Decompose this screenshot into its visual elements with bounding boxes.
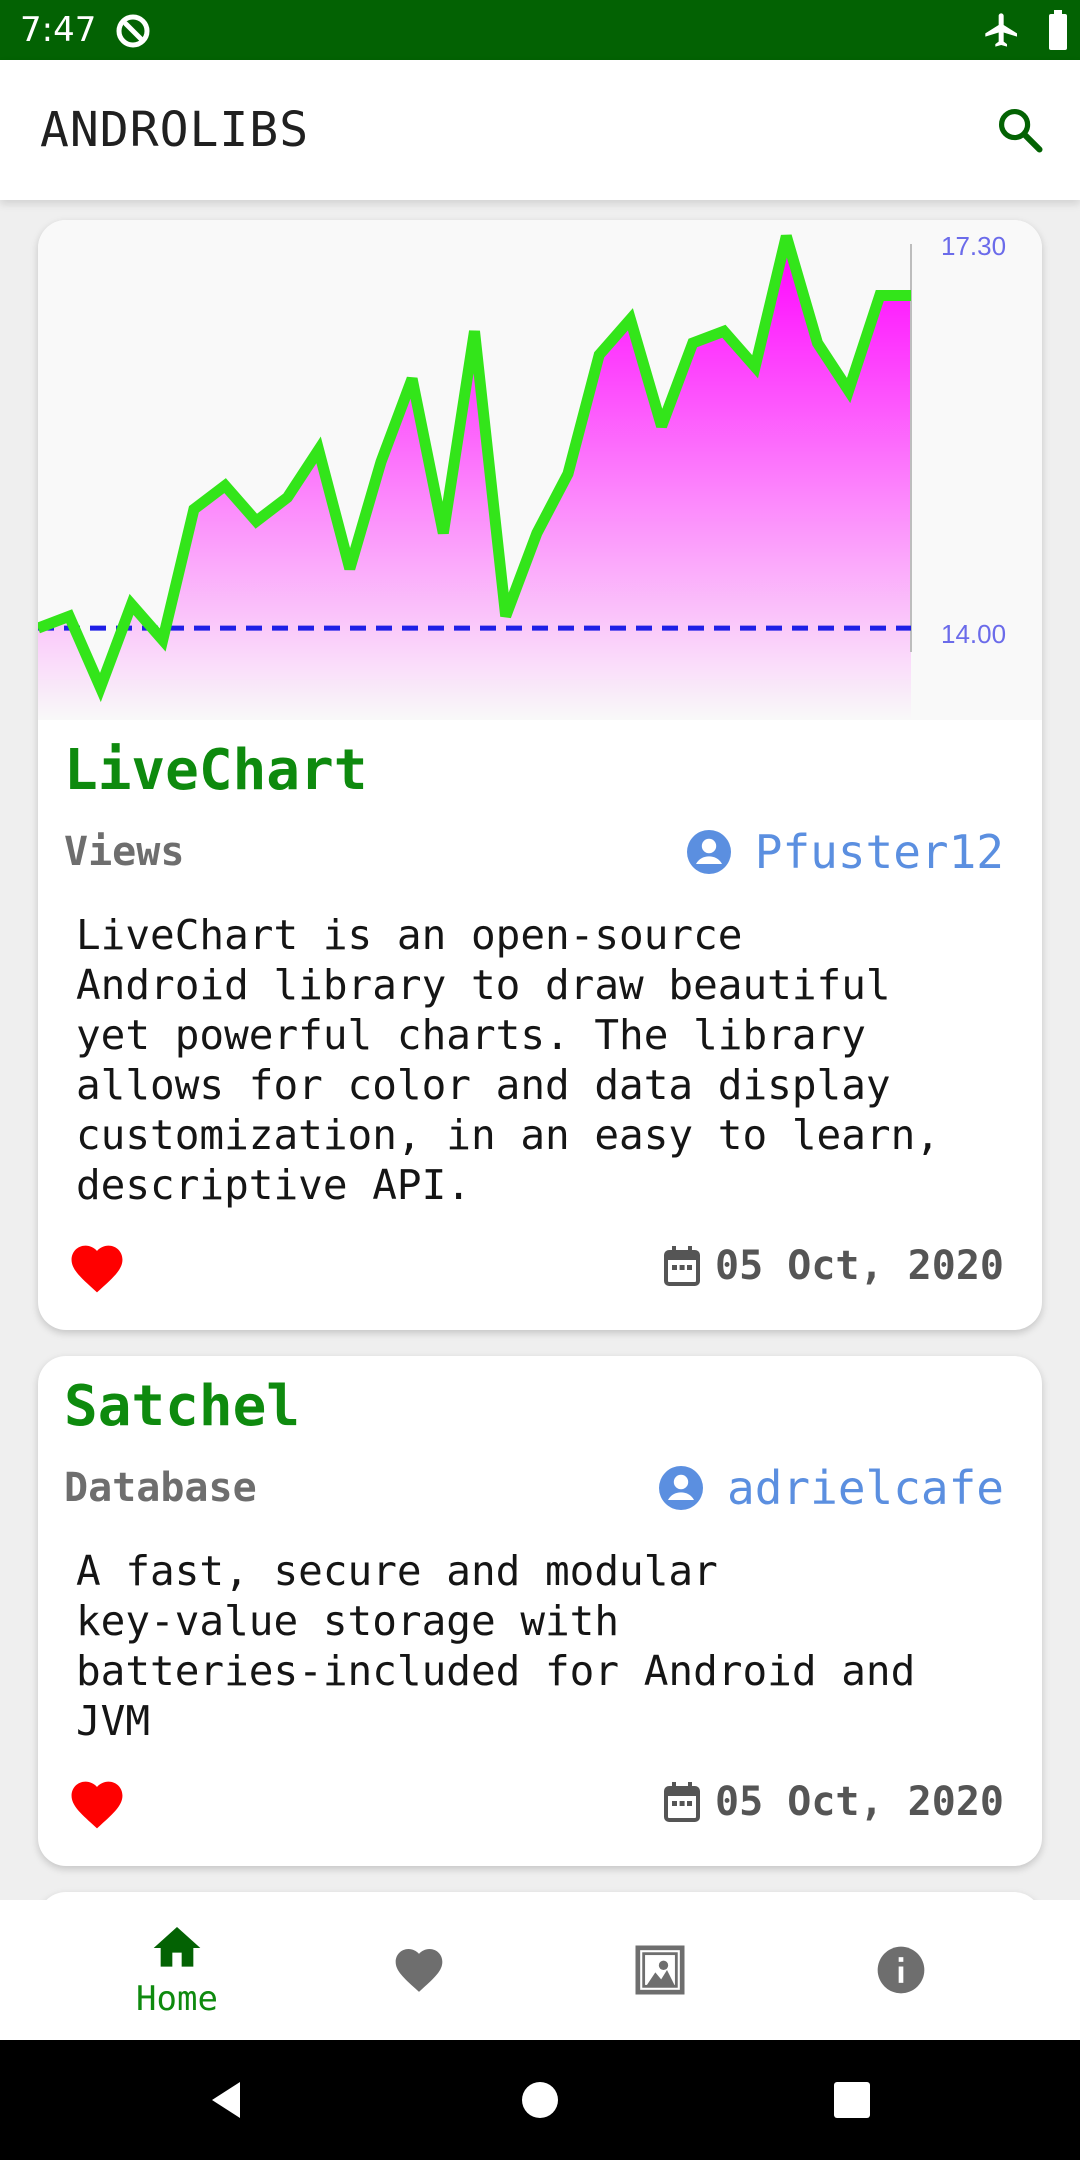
system-navigation-bar [0,2040,1080,2160]
chart-y-label-bottom: 14.00 [941,619,1006,649]
author-link[interactable]: adrielcafe [657,1458,1004,1518]
home-icon [153,1927,201,1967]
battery-icon [1049,10,1067,50]
library-card-livechart[interactable]: 17.30 14.00 LiveChart Views Pfuster12 Li… [38,220,1042,1330]
info-icon [877,1946,925,1994]
nav-favorites[interactable] [299,1900,539,2040]
bottom-navigation: Home [0,1900,1080,2040]
nav-home[interactable]: Home [57,1900,297,2040]
chart-preview: 17.30 14.00 [38,220,1042,720]
library-category: Database [64,1465,257,1511]
library-name: Satchel [64,1374,301,1439]
back-icon[interactable] [204,2078,248,2122]
status-bar: 7:47 [0,0,1080,60]
date-info: 05 Oct, 2020 [663,1238,1004,1294]
recents-icon[interactable] [830,2078,874,2122]
chart-area-fill [38,236,911,720]
status-time: 7:47 [20,10,97,50]
account-icon [686,830,731,874]
library-category: Views [64,829,185,875]
nav-home-label: Home [136,1979,218,2019]
date-info: 05 Oct, 2020 [663,1774,1004,1830]
q-app-icon [116,14,150,48]
favorite-heart-icon[interactable] [66,1774,128,1830]
library-name: LiveChart [64,738,368,803]
library-description: LiveChart is an open-source Android libr… [76,911,940,1209]
date-text: 05 Oct, 2020 [715,1243,1004,1289]
gallery-icon [635,1945,685,1995]
author-name: adrielcafe [727,1461,1004,1515]
calendar-icon [664,1246,701,1286]
date-text: 05 Oct, 2020 [715,1779,1004,1825]
airplane-mode-icon [985,13,1017,47]
nav-gallery[interactable] [540,1900,780,2040]
chart-y-label-top: 17.30 [941,231,1006,261]
calendar-icon [664,1782,701,1822]
author-name: Pfuster12 [754,825,1004,879]
heart-icon [395,1949,443,1992]
app-bar: ANDROLIBS [0,60,1080,200]
line-chart: 17.30 14.00 [38,231,1006,720]
home-circle-icon[interactable] [518,2078,562,2122]
app-title: ANDROLIBS [40,102,310,158]
search-icon[interactable] [994,104,1046,156]
nav-info[interactable] [781,1900,1021,2040]
account-icon [659,1466,704,1510]
favorite-heart-icon[interactable] [66,1238,128,1294]
library-description: A fast, secure and modular key-value sto… [76,1547,916,1745]
author-link[interactable]: Pfuster12 [685,822,1004,882]
library-card-satchel[interactable]: Satchel Database adrielcafe A fast, secu… [38,1356,1042,1866]
